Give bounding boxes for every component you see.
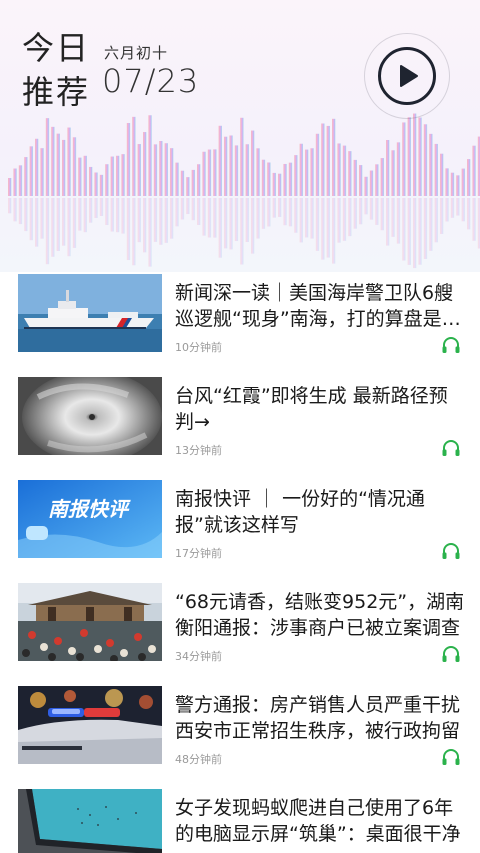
typhoon-satellite-image xyxy=(18,377,162,455)
article-time: 34分钟前 xyxy=(175,650,222,663)
article-list: 新闻深一读｜美国海岸警卫队6艘巡逻舰“现身”南海，打的算盘是什么 10分钟前 xyxy=(0,272,480,853)
list-item[interactable]: “68元请香，结账变952元”，湖南衡阳通报：涉事商户已被立案调查 34分钟前 xyxy=(0,581,480,684)
lunar-date: 六月初十 xyxy=(104,44,169,62)
police-car-lights-image xyxy=(18,686,162,764)
article-time: 48分钟前 xyxy=(175,753,222,766)
list-item[interactable]: 警方通报：房产销售人员严重干扰西安市正常招生秩序，被行政拘留 48分钟前 xyxy=(0,684,480,787)
article-time: 13分钟前 xyxy=(175,444,222,457)
article-time: 17分钟前 xyxy=(175,547,222,560)
article-title: 新闻深一读｜美国海岸警卫队6艘巡逻舰“现身”南海，打的算盘是什么 xyxy=(175,282,461,330)
play-all-button[interactable] xyxy=(364,33,450,119)
list-item[interactable]: 南报快评 南报快评 ｜ 一份好的“情况通报”就该这样写 17分钟前 xyxy=(0,478,480,581)
daily-recommend-header: 今日 推荐 六月初十 07/23 xyxy=(0,0,480,272)
article-thumbnail: 南报快评 xyxy=(18,480,162,558)
headphones-icon[interactable] xyxy=(441,748,461,766)
article-title: “68元请香，结账变952元”，湖南衡阳通报：涉事商户已被立案调查 xyxy=(175,591,465,639)
article-title: 台风“红霞”即将生成 最新路径预判→ xyxy=(175,385,448,433)
play-icon xyxy=(400,65,418,87)
thumbnail-logo-text: 南报快评 xyxy=(48,497,131,521)
header-title-line2: 推荐 xyxy=(22,73,91,111)
play-button-ring xyxy=(378,47,436,105)
article-thumbnail xyxy=(18,274,162,352)
article-title: 女子发现蚂蚁爬进自己使用了6年的电脑显示屏“筑巢”：桌面很干净 xyxy=(175,797,461,845)
coast-guard-ship-image xyxy=(18,274,162,352)
header-title-line1: 今日 xyxy=(22,29,91,67)
article-time: 10分钟前 xyxy=(175,341,222,354)
computer-monitor-image xyxy=(18,789,162,853)
list-item[interactable]: 女子发现蚂蚁爬进自己使用了6年的电脑显示屏“筑巢”：桌面很干净 xyxy=(0,787,480,853)
list-item[interactable]: 台风“红霞”即将生成 最新路径预判→ 13分钟前 xyxy=(0,375,480,478)
headphones-icon[interactable] xyxy=(441,439,461,457)
article-title: 警方通报：房产销售人员严重干扰西安市正常招生秩序，被行政拘留 xyxy=(175,694,461,742)
headphones-icon[interactable] xyxy=(441,336,461,354)
headphones-icon[interactable] xyxy=(441,542,461,560)
article-title: 南报快评 ｜ 一份好的“情况通报”就该这样写 xyxy=(175,488,425,536)
headphones-icon[interactable] xyxy=(441,645,461,663)
list-item[interactable]: 新闻深一读｜美国海岸警卫队6艘巡逻舰“现身”南海，打的算盘是什么 10分钟前 xyxy=(0,272,480,375)
temple-crowd-image xyxy=(18,583,162,661)
nanbao-commentary-logo-image: 南报快评 xyxy=(18,480,162,558)
article-thumbnail xyxy=(18,789,162,853)
article-thumbnail xyxy=(18,686,162,764)
article-thumbnail xyxy=(18,583,162,661)
header-date: 07/23 xyxy=(102,62,200,100)
article-thumbnail xyxy=(18,377,162,455)
